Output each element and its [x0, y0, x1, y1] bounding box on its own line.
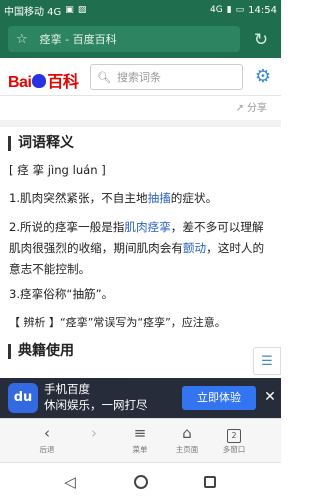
toolbar-windows-label: 多窗口 [222, 445, 246, 454]
clock: 14:54 [248, 4, 277, 16]
nav-back-icon[interactable]: ◁ [60, 472, 80, 492]
baidu-baike-logo[interactable]: Bai 百科 [8, 68, 79, 92]
section-divider [0, 120, 281, 127]
paw-icon [32, 74, 47, 88]
forward-arrow-icon: › [91, 424, 97, 442]
link-chandong[interactable]: 颤动 [183, 241, 206, 255]
tab-count: 2 [227, 429, 241, 443]
share-button[interactable]: ↗ 分享 [235, 99, 267, 114]
toolbar-forward[interactable]: › [74, 423, 114, 444]
banner-subtitle: 休闲娱乐，一网打尽 [44, 398, 148, 412]
toolbar-back-label: 后退 [39, 445, 55, 454]
search-placeholder: 搜索词条 [116, 71, 161, 84]
toolbar-windows[interactable]: 2 多窗口 [214, 423, 254, 455]
open-app-button[interactable]: 立即体验 [182, 386, 256, 410]
link-chouchu[interactable]: 抽搐 [148, 191, 171, 205]
home-icon: ⌂ [182, 424, 192, 442]
baidu-app-icon: du [8, 383, 38, 413]
banner-title: 手机百度 [44, 382, 90, 396]
pinyin-line: [ 痉 挛 jìng luán ] [9, 163, 106, 177]
definition-2: 2.所说的痉挛一般是指肌肉痉挛，差不多可以理解肌肉很强烈的收缩，期间肌肉会有颤动… [9, 217, 273, 280]
sim-icon: ▣ [65, 4, 74, 15]
section-title-classics: 典籍使用 [8, 344, 74, 359]
back-arrow-icon: ‹ [44, 424, 50, 442]
article-content: ↗ 分享 词语释义 [ 痉 挛 jìng luán ] 1.肌肉突然紧张，不自主… [0, 96, 281, 378]
settings-icon[interactable]: ⚙ [253, 67, 273, 87]
toolbar-home[interactable]: ⌂ 主页面 [167, 423, 207, 455]
share-label: 分享 [247, 103, 267, 114]
link-jirou-jingluan[interactable]: 肌肉痉挛 [124, 220, 170, 234]
section-title-definition: 词语释义 [8, 136, 74, 151]
toolbar-menu[interactable]: ≡ 菜单 [120, 423, 160, 455]
browser-toolbar: ‹ 后退 › ≡ 菜单 ⌂ 主页面 2 多窗口 [0, 418, 281, 462]
definition-1: 1.肌肉突然紧张，不自主地抽搐的症状。 [9, 188, 273, 209]
network-label: 4G [210, 4, 223, 15]
nav-recents-icon[interactable] [200, 472, 220, 492]
carrier-label: 中国移动 4G [4, 6, 62, 18]
battery-icon: ▭ [235, 4, 245, 15]
status-bar: 中国移动 4G ▣ ▨ 4G ▮ ▭ 14:54 [0, 0, 281, 20]
table-of-contents-button[interactable]: ☰ [253, 347, 281, 375]
windows-icon: 2 [214, 423, 254, 443]
toolbar-home-label: 主页面 [175, 445, 199, 454]
usage-note: 【 辨析 】“痉挛”常误写为“痉孪”，应注意。 [9, 316, 226, 329]
close-icon[interactable]: ✕ [262, 387, 278, 407]
def1-text-end: 的症状。 [170, 191, 218, 205]
menu-icon: ≡ [133, 424, 147, 442]
nav-home-icon[interactable] [131, 472, 151, 492]
app-promo-banner[interactable]: du 手机百度 休闲娱乐，一网打尽 立即体验 ✕ [0, 378, 281, 418]
search-input[interactable]: 🔍︎ 搜索词条 [90, 64, 243, 90]
definition-3: 3.痉挛俗称“抽筋”。 [9, 287, 114, 301]
address-field[interactable]: ☆ 痉挛 - 百度百科 [8, 26, 240, 52]
browser-url-bar: ☆ 痉挛 - 百度百科 ↻ [0, 20, 281, 58]
def2-text: 2.所说的痉挛一般是指 [9, 220, 125, 234]
image-notification-icon: ▨ [77, 4, 87, 15]
logo-baike-text: 百科 [47, 74, 79, 91]
search-icon: 🔍︎ [97, 70, 111, 84]
toolbar-back[interactable]: ‹ 后退 [27, 423, 67, 455]
signal-icon: ▮ [226, 4, 232, 15]
refresh-icon[interactable]: ↻ [250, 29, 272, 51]
bookmark-star-icon[interactable]: ☆ [16, 32, 28, 47]
logo-text: Bai [8, 74, 32, 91]
page-title: 痉挛 - 百度百科 [39, 33, 117, 46]
site-header: Bai 百科 🔍︎ 搜索词条 ⚙ [0, 58, 281, 96]
toolbar-menu-label: 菜单 [132, 445, 148, 454]
list-icon: ☰ [261, 353, 273, 369]
def1-text: 1.肌肉突然紧张，不自主地 [9, 191, 148, 205]
system-navigation-bar: ◁ [0, 462, 281, 500]
share-row: ↗ 分享 [0, 96, 281, 116]
